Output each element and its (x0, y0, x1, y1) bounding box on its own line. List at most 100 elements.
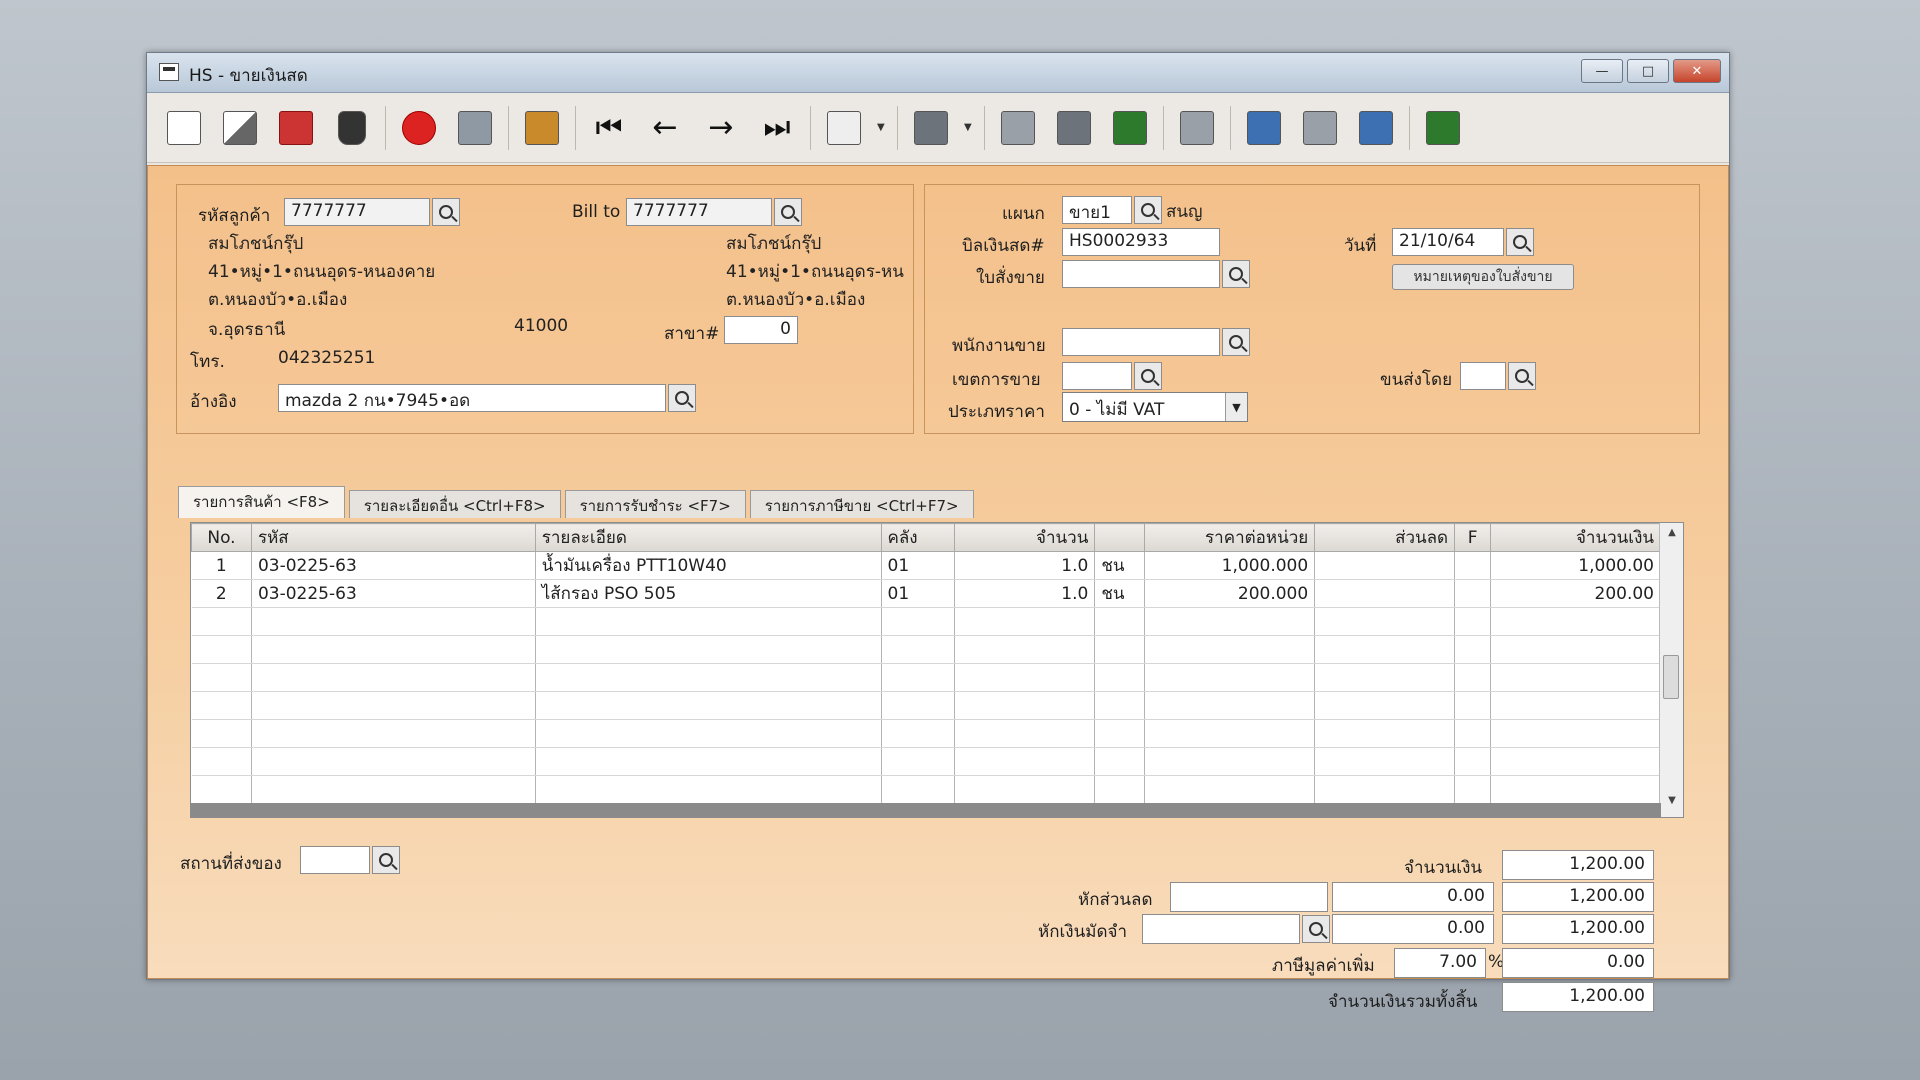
sales-order-input[interactable] (1062, 260, 1220, 288)
scroll-up-icon[interactable]: ▲ (1660, 527, 1683, 545)
branch-input[interactable]: 0 (724, 316, 798, 344)
salesperson-search-button[interactable] (1222, 328, 1250, 356)
void-button[interactable] (273, 105, 319, 151)
ship-place-input[interactable] (300, 846, 370, 874)
horizontal-scrollbar[interactable] (191, 803, 1661, 817)
scroll-down-icon[interactable]: ▼ (1660, 795, 1683, 813)
report3-button[interactable] (1107, 105, 1153, 151)
sales-area-search-button[interactable] (1134, 362, 1162, 390)
col-code[interactable]: รหัส (250, 523, 536, 552)
reference-search-button[interactable] (668, 384, 696, 412)
bill-to-input[interactable]: 7777777 (626, 198, 772, 226)
col-warehouse[interactable]: คลัง (880, 523, 956, 552)
ship-by-search-button[interactable] (1508, 362, 1536, 390)
find-button[interactable] (821, 105, 867, 151)
ship-by-input[interactable] (1460, 362, 1506, 390)
table-row-empty[interactable] (191, 607, 1661, 636)
report2-button[interactable] (1051, 105, 1097, 151)
export-button[interactable] (1420, 105, 1466, 151)
calendar-button[interactable] (1174, 105, 1220, 151)
cell-flag (1454, 579, 1492, 608)
tab-sales-tax[interactable]: รายการภาษีขาย <Ctrl+F7> (749, 490, 974, 518)
payment-button[interactable] (519, 105, 565, 151)
table-row-empty[interactable] (191, 663, 1661, 692)
date-picker-button[interactable] (1506, 228, 1534, 256)
deposit-input[interactable] (1142, 914, 1300, 944)
delete-button[interactable] (329, 105, 375, 151)
first-record-button[interactable]: ⏮ (586, 105, 632, 151)
col-flag[interactable]: F (1454, 523, 1492, 552)
col-no[interactable]: No. (191, 523, 252, 552)
customer-search-button[interactable] (432, 198, 460, 226)
col-discount[interactable]: ส่วนลด (1314, 523, 1456, 552)
table-row-empty[interactable] (191, 635, 1661, 664)
date-input[interactable]: 21/10/64 (1392, 228, 1504, 256)
next-record-button[interactable]: → (698, 105, 744, 151)
branch-label: สาขา# (664, 324, 720, 344)
sales-order-note-button[interactable]: หมายเหตุของใบสั่งขาย (1392, 264, 1574, 290)
find-icon (827, 110, 861, 145)
last-record-button[interactable]: ⏭ (754, 105, 800, 151)
ok-button[interactable] (1353, 105, 1399, 151)
table-row[interactable]: 2 03-0225-63 ไส้กรอง PSO 505 01 1.0 ชน 2… (191, 579, 1661, 608)
edit-button[interactable] (217, 105, 263, 151)
department-input[interactable]: ขาย1 (1062, 196, 1132, 224)
bill-to-address2: ต.หนองบัว•อ.เมือง (726, 290, 866, 310)
tab-items[interactable]: รายการสินค้า <F8> (178, 486, 345, 518)
table-row-empty[interactable] (191, 775, 1661, 804)
price-type-select[interactable]: 0 - ไม่มี VAT ▼ (1062, 392, 1248, 422)
toolbar-separator (508, 105, 509, 150)
maximize-button[interactable]: □ (1627, 59, 1669, 83)
vertical-scrollbar[interactable]: ▲ ▼ (1659, 523, 1683, 817)
cash-bill-input[interactable]: HS0002933 (1062, 228, 1220, 256)
deposit-search-button[interactable] (1302, 915, 1330, 943)
scroll-thumb[interactable] (1663, 655, 1679, 699)
deposit-total: 1,200.00 (1502, 914, 1654, 944)
salesperson-input[interactable] (1062, 328, 1220, 356)
col-unit-price[interactable]: ราคาต่อหน่วย (1144, 523, 1316, 552)
vat-rate-input[interactable]: 7.00 (1394, 948, 1486, 978)
bill-to-label: Bill to (572, 202, 621, 222)
table-row-empty[interactable] (191, 691, 1661, 720)
cancel-button[interactable] (396, 105, 442, 151)
table-row-empty[interactable] (191, 747, 1661, 776)
tools-button[interactable] (1297, 105, 1343, 151)
approve-button[interactable] (1241, 105, 1287, 151)
find-dropdown-icon[interactable]: ▼ (877, 122, 887, 133)
col-description[interactable]: รายละเอียด (534, 523, 882, 552)
title-bar: HS - ขายเงินสด — □ ✕ (147, 53, 1729, 93)
sales-area-input[interactable] (1062, 362, 1132, 390)
reference-input[interactable]: mazda 2 กน•7945•อด (278, 384, 666, 412)
tab-payments[interactable]: รายการรับชำระ <F7> (564, 490, 746, 518)
cell-code: 03-0225-63 (251, 551, 536, 580)
prev-record-button[interactable]: ← (642, 105, 688, 151)
print-button[interactable] (908, 105, 954, 151)
salesperson-label: พนักงานขาย (952, 336, 1046, 356)
department-search-button[interactable] (1134, 196, 1162, 224)
report1-button[interactable] (995, 105, 1041, 151)
tab-other-details[interactable]: รายละเอียดอื่น <Ctrl+F8> (348, 490, 561, 518)
col-unit[interactable] (1094, 523, 1146, 552)
ship-place-search-button[interactable] (372, 846, 400, 874)
col-amount[interactable]: จำนวนเงิน (1490, 523, 1661, 552)
table-row-empty[interactable] (191, 719, 1661, 748)
customer-address2: ต.หนองบัว•อ.เมือง (208, 290, 348, 310)
new-button[interactable] (161, 105, 207, 151)
print-dropdown-icon[interactable]: ▼ (964, 122, 974, 133)
ship-place-label: สถานที่ส่งของ (180, 854, 282, 874)
sales-order-search-button[interactable] (1222, 260, 1250, 288)
toolbar-separator (984, 105, 985, 150)
prev-icon: ← (652, 109, 678, 145)
save-button[interactable] (452, 105, 498, 151)
search-icon (1513, 235, 1527, 249)
minimize-button[interactable]: — (1581, 59, 1623, 83)
next-icon: → (708, 109, 734, 145)
cell-description: น้ำมันเครื่อง PTT10W40 (535, 551, 882, 580)
col-quantity[interactable]: จำนวน (954, 523, 1096, 552)
table-row[interactable]: 1 03-0225-63 น้ำมันเครื่อง PTT10W40 01 1… (191, 551, 1661, 580)
toolbar-separator (1163, 105, 1164, 150)
bill-to-search-button[interactable] (774, 198, 802, 226)
close-button[interactable]: ✕ (1673, 59, 1721, 83)
customer-code-input[interactable]: 7777777 (284, 198, 430, 226)
discount-input[interactable] (1170, 882, 1328, 912)
